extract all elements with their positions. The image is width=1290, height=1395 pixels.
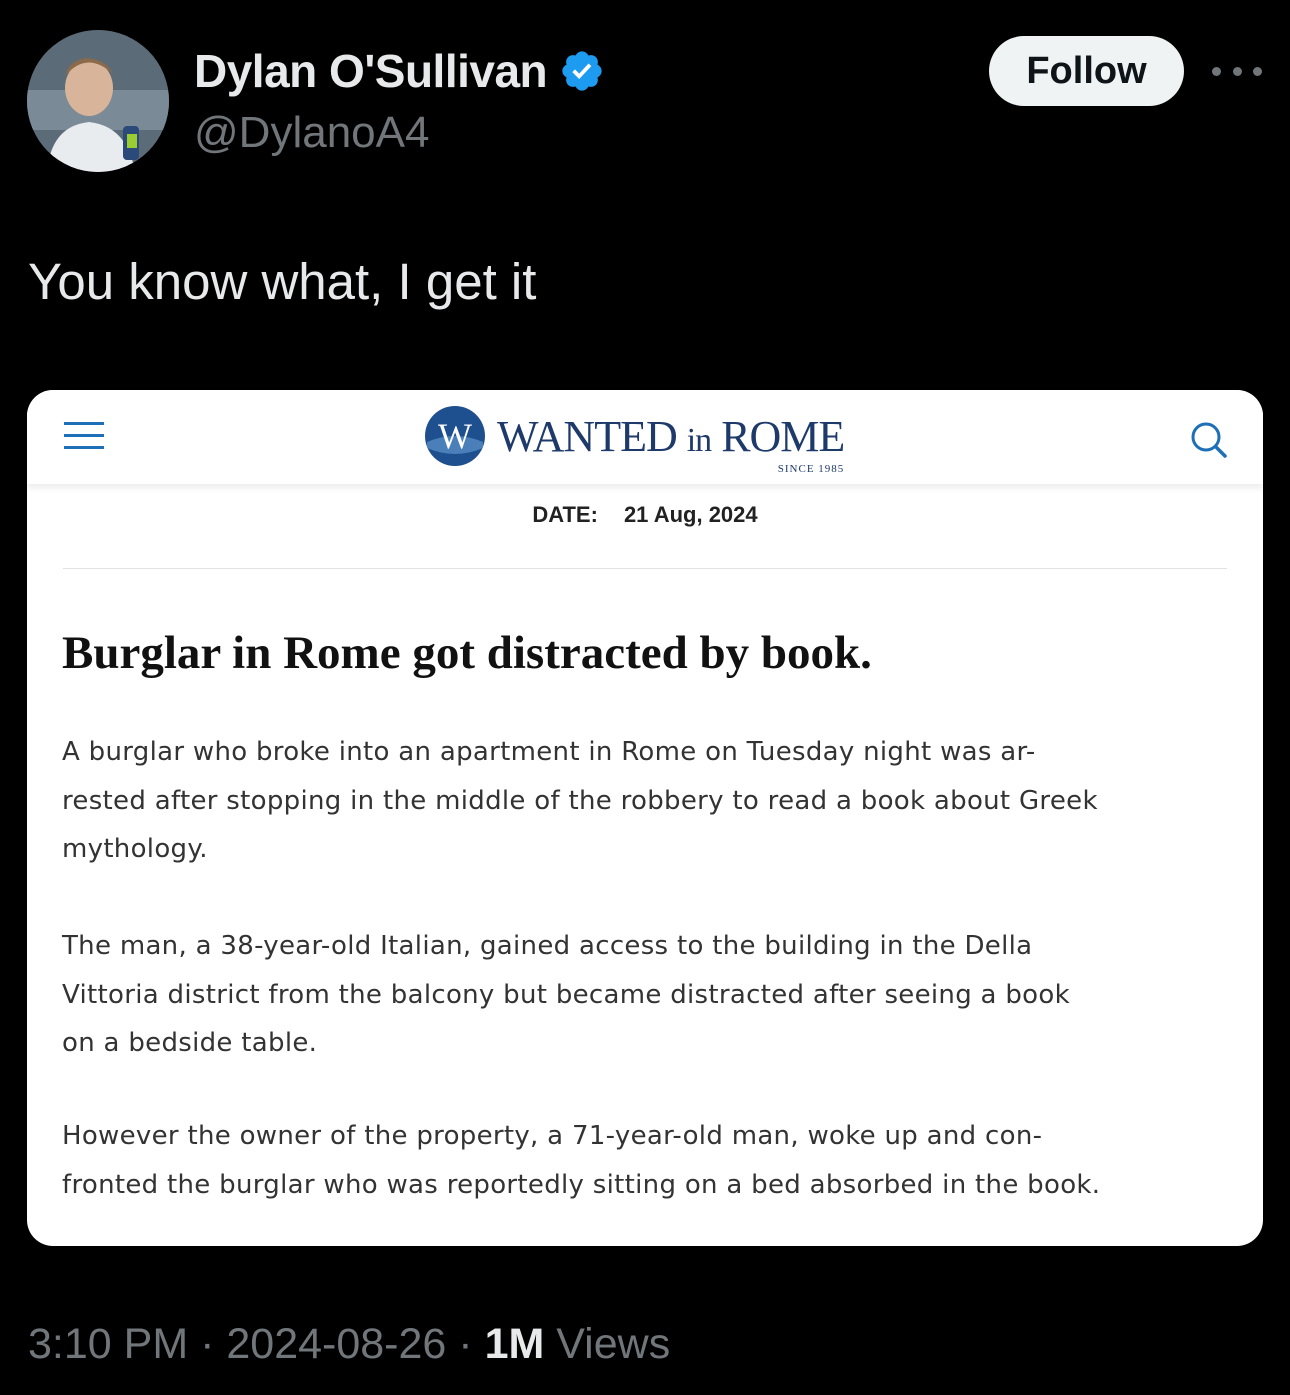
- site-name-wanted: WANTED: [497, 411, 678, 461]
- meta-separator: ·: [458, 1320, 473, 1368]
- wanted-in-rome-logo-icon: W: [425, 406, 485, 466]
- tweet-text: You know what, I get it: [28, 253, 537, 310]
- hamburger-menu-icon: [64, 422, 104, 449]
- divider: [63, 568, 1227, 569]
- tweet-date[interactable]: 2024-08-26: [226, 1320, 446, 1368]
- article-headline: Burglar in Rome got distracted by book.: [62, 627, 872, 679]
- verified-badge-icon: [559, 48, 605, 94]
- follow-button[interactable]: Follow: [989, 36, 1184, 106]
- article-paragraph: The man, a 38-year-old Italian, gained a…: [62, 922, 1237, 1068]
- author-display-name[interactable]: Dylan O'Sullivan: [194, 44, 548, 98]
- article-date: DATE: 21 Aug, 2024: [27, 502, 1263, 528]
- article-paragraph: A burglar who broke into an apartment in…: [62, 728, 1237, 874]
- paragraph-line: A burglar who broke into an apartment in…: [62, 737, 1036, 767]
- author-handle[interactable]: @DylanoA4: [194, 108, 429, 158]
- paragraph-line: The man, a 38-year-old Italian, gained a…: [62, 931, 1033, 961]
- meta-separator: ·: [200, 1320, 215, 1368]
- views-count[interactable]: 1M: [485, 1320, 545, 1368]
- author-name-row[interactable]: Dylan O'Sullivan: [194, 44, 605, 98]
- paragraph-line: Vittoria district from the balcony but b…: [62, 979, 1070, 1010]
- views-label[interactable]: Views: [556, 1320, 670, 1368]
- site-since: SINCE 1985: [777, 462, 845, 475]
- search-icon: [1191, 422, 1227, 458]
- article-site-header: W WANTED in ROME SINCE 1985: [27, 390, 1263, 484]
- tweet-meta: 3:10 PM · 2024-08-26 · 1M Views: [28, 1320, 670, 1369]
- paragraph-line: mythology.: [62, 834, 208, 864]
- site-name-rome: ROME: [721, 411, 845, 461]
- article-image[interactable]: W WANTED in ROME SINCE 1985 DATE: 21 Aug,…: [27, 390, 1263, 1246]
- paragraph-line: fronted the burglar who was reportedly s…: [62, 1169, 1101, 1200]
- article-paragraph: However the owner of the property, a 71-…: [62, 1112, 1237, 1209]
- more-horizontal-icon[interactable]: [1212, 56, 1262, 86]
- site-logo: W WANTED in ROME SINCE 1985: [423, 404, 845, 475]
- site-name-in: in: [686, 421, 712, 459]
- svg-text:W: W: [438, 416, 472, 456]
- paragraph-line: on a bedside table.: [62, 1028, 318, 1058]
- date-label: DATE:: [532, 502, 598, 527]
- date-value: 21 Aug, 2024: [623, 502, 758, 527]
- paragraph-line: rested after stopping in the middle of t…: [62, 785, 1098, 816]
- avatar[interactable]: [27, 30, 169, 172]
- tweet-time[interactable]: 3:10 PM: [28, 1320, 188, 1368]
- paragraph-line: However the owner of the property, a 71-…: [62, 1121, 1043, 1151]
